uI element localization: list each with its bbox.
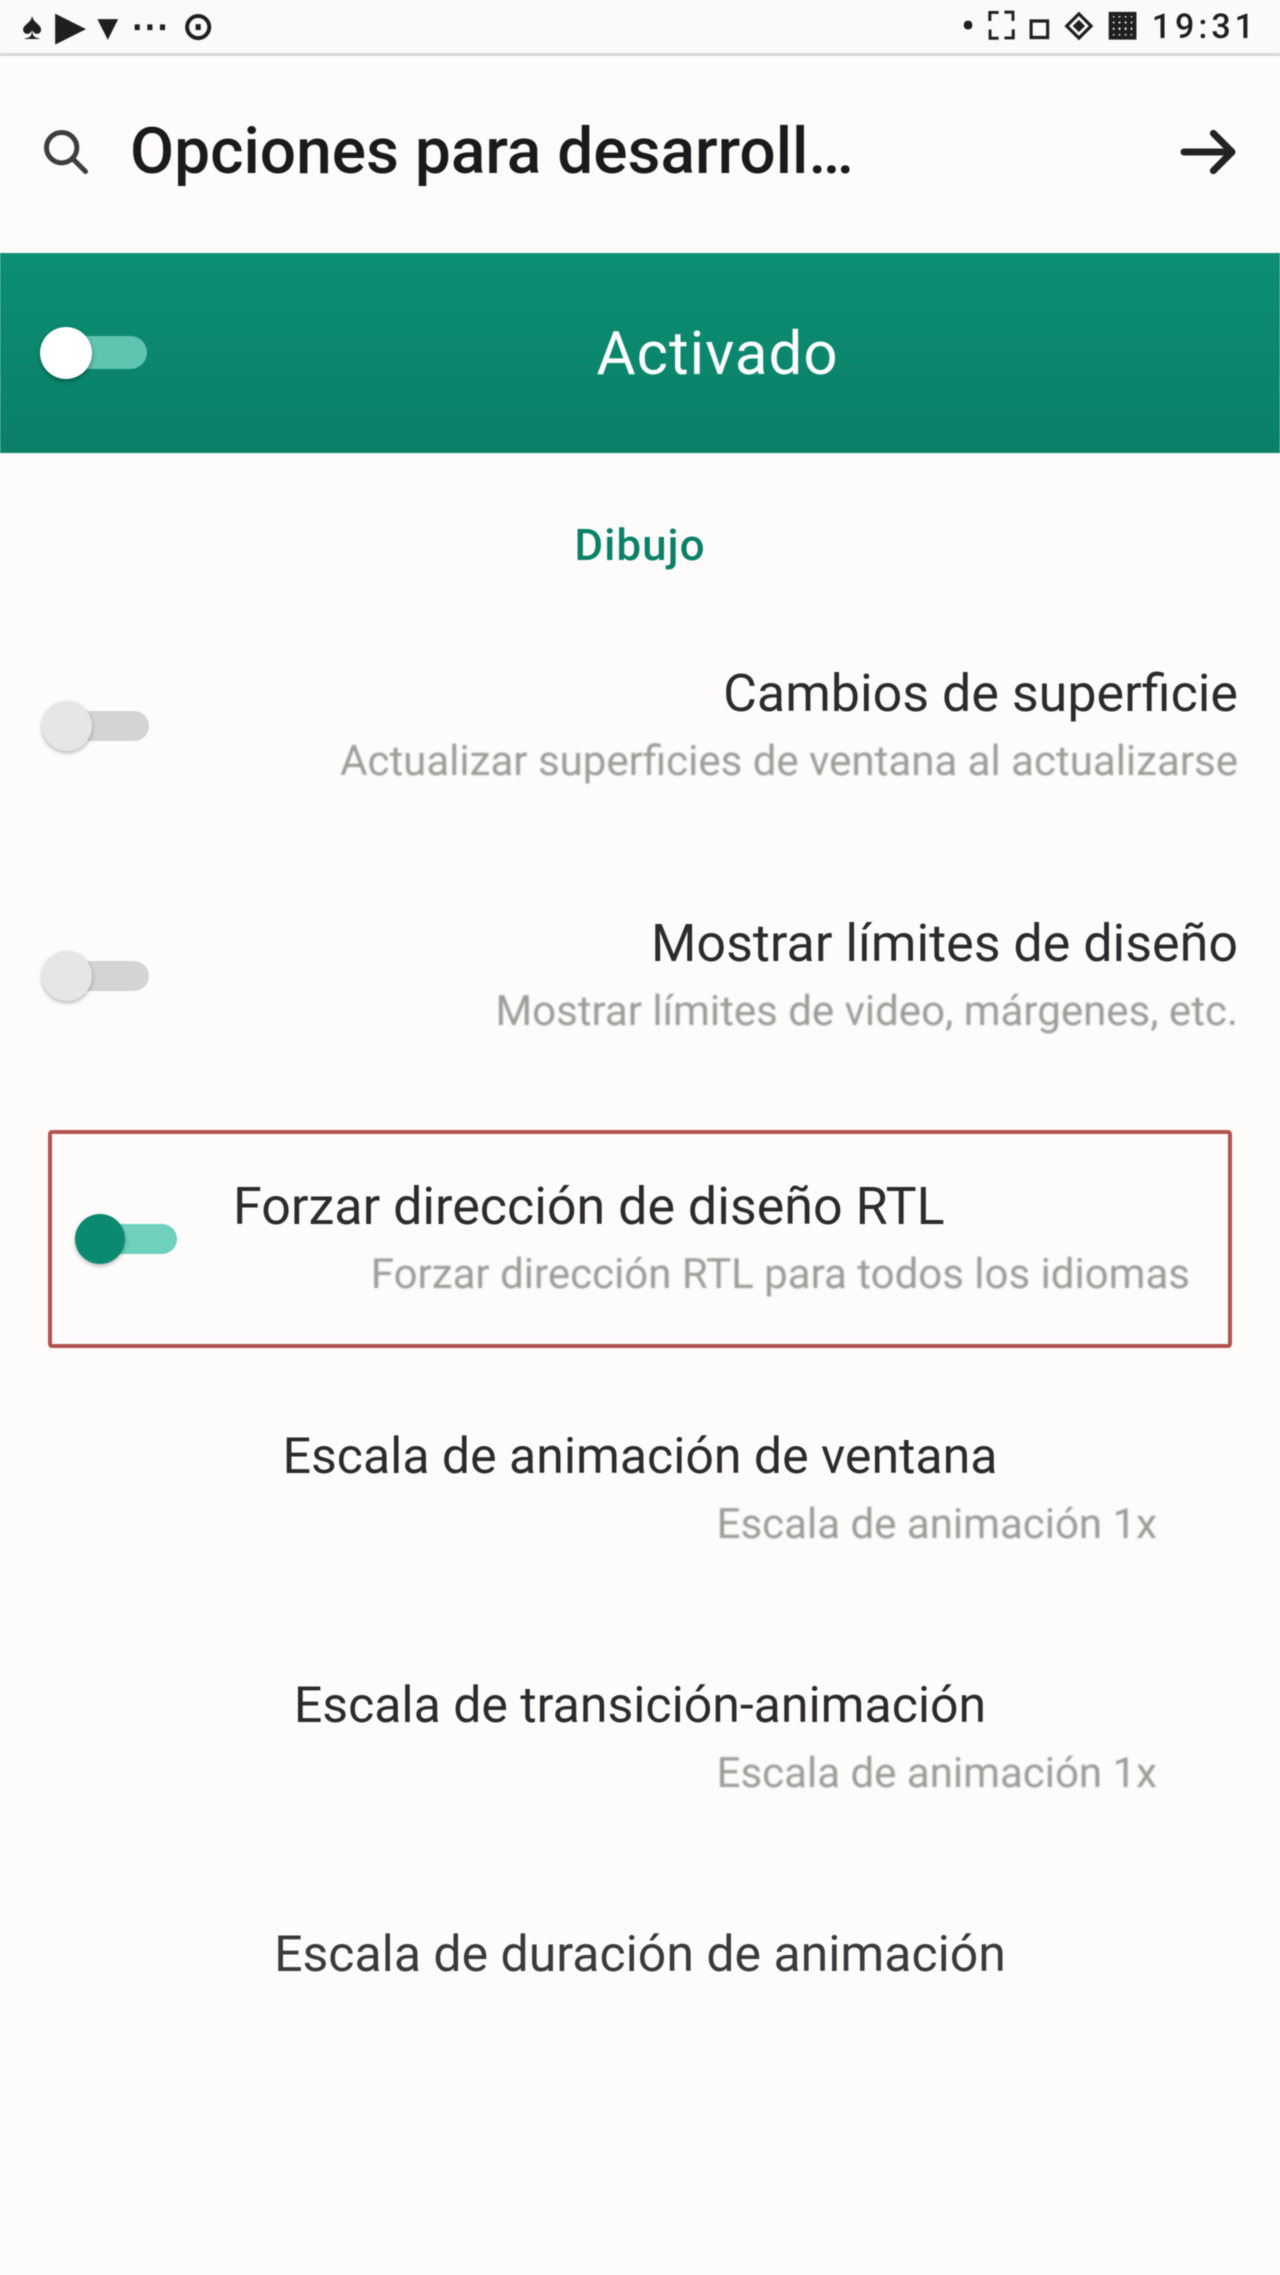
setting-surface-changes[interactable]: Cambios de superficie Actualizar superfi… (0, 601, 1280, 851)
entry-duration-anim-title: Escala de duración de animación (28, 1924, 1252, 1987)
setting-force-rtl[interactable]: Forzar dirección de diseño RTL Forzar di… (52, 1134, 1228, 1344)
entry-duration-anim-scale[interactable]: Escala de duración de animación (0, 1876, 1280, 1987)
setting-layout-subtitle: Mostrar límites de video, márgenes, etc. (205, 984, 1238, 1041)
setting-rtl-subtitle: Forzar dirección RTL para todos los idio… (233, 1247, 1190, 1304)
toggle-force-rtl[interactable] (70, 1210, 185, 1268)
status-time: 19:31 (1152, 7, 1258, 47)
entry-transition-anim-title: Escala de transición-animación (28, 1675, 1252, 1738)
master-toggle-label: Activado (195, 318, 1240, 389)
toggle-show-layout-bounds[interactable] (42, 947, 157, 1005)
search-icon[interactable] (40, 126, 92, 178)
forward-arrow-icon[interactable] (1176, 120, 1240, 184)
section-label-dibujo: Dibujo (0, 453, 1280, 601)
status-right-icons: • ⛶ ◻ ◈ ▦ (961, 8, 1139, 46)
setting-layout-title: Mostrar límites de diseño (205, 911, 1238, 976)
entry-transition-anim-scale[interactable]: Escala de transición-animación Escala de… (0, 1627, 1280, 1852)
setting-show-layout-bounds[interactable]: Mostrar límites de diseño Mostrar límite… (0, 851, 1280, 1101)
master-toggle[interactable] (40, 324, 155, 382)
developer-options-master-bar[interactable]: Activado (0, 253, 1280, 453)
status-bar: ♠ ▶ ▾ ⋯ ⊙ • ⛶ ◻ ◈ ▦ 19:31 (0, 0, 1280, 56)
page-title: Opciones para desarroll… (130, 114, 1138, 189)
app-header: Opciones para desarroll… (0, 56, 1280, 253)
entry-window-anim-title: Escala de animación de ventana (28, 1426, 1252, 1489)
setting-rtl-title: Forzar dirección de diseño RTL (233, 1174, 1190, 1239)
status-left-icons: ♠ ▶ ▾ ⋯ ⊙ (22, 8, 216, 46)
toggle-surface-changes[interactable] (42, 697, 157, 755)
setting-surface-title: Cambios de superficie (205, 661, 1238, 726)
entry-transition-anim-sub: Escala de animación 1x (28, 1746, 1252, 1803)
entry-window-anim-scale[interactable]: Escala de animación de ventana Escala de… (0, 1378, 1280, 1603)
highlight-frame: Forzar dirección de diseño RTL Forzar di… (48, 1130, 1232, 1348)
entry-window-anim-sub: Escala de animación 1x (28, 1497, 1252, 1554)
setting-surface-subtitle: Actualizar superficies de ventana al act… (205, 734, 1238, 791)
